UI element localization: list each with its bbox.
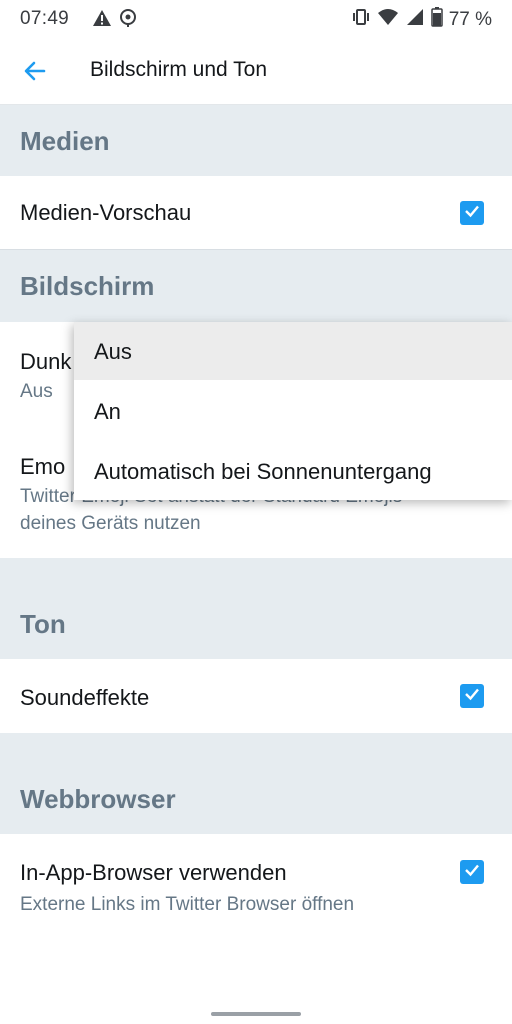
section-header-bildschirm: Bildschirm	[0, 249, 512, 322]
check-icon	[463, 202, 481, 225]
section-header-medien: Medien	[0, 105, 512, 176]
setting-description-line2: deines Geräts nutzen	[20, 513, 201, 534]
menu-item-label: Aus	[94, 339, 132, 364]
arrow-left-icon	[20, 61, 50, 90]
menu-item-an[interactable]: An	[74, 382, 512, 440]
setting-sound-effects[interactable]: Soundeffekte	[0, 659, 512, 733]
signal-icon	[405, 7, 425, 32]
warning-icon	[92, 8, 112, 33]
page-title: Bildschirm und Ton	[90, 58, 268, 81]
section-title: Ton	[20, 609, 66, 639]
menu-item-aus[interactable]: Aus	[74, 322, 512, 380]
app-bar: Bildschirm und Ton	[0, 36, 512, 105]
setting-in-app-browser[interactable]: In-App-Browser verwenden Externe Links i…	[0, 834, 512, 934]
section-title: Medien	[20, 126, 110, 156]
media-preview-checkbox[interactable]	[460, 201, 484, 225]
menu-item-label: An	[94, 399, 121, 424]
setting-label: Medien-Vorschau	[20, 200, 192, 225]
section-header-webbrowser: Webbrowser	[0, 733, 512, 834]
section-title: Bildschirm	[20, 271, 155, 301]
check-icon	[463, 861, 481, 884]
gesture-nav-handle[interactable]	[211, 1012, 301, 1016]
setting-label: Dunk	[20, 349, 72, 374]
status-time: 07:49	[20, 8, 70, 29]
setting-label: In-App-Browser verwenden	[20, 860, 287, 885]
menu-item-automatisch[interactable]: Automatisch bei Sonnenuntergang	[74, 442, 512, 500]
setting-value: Aus	[20, 381, 53, 402]
back-button[interactable]	[20, 56, 50, 86]
dark-mode-dropdown-menu: Aus An Automatisch bei Sonnenuntergang	[74, 322, 512, 500]
setting-label: Soundeffekte	[20, 685, 150, 710]
setting-media-preview[interactable]: Medien-Vorschau	[0, 176, 512, 249]
in-app-browser-checkbox[interactable]	[460, 860, 484, 884]
sound-effects-checkbox[interactable]	[460, 684, 484, 708]
battery-icon	[430, 7, 443, 32]
wifi-icon	[377, 7, 399, 32]
setting-label: Emo	[20, 454, 66, 479]
setting-description: Externe Links im Twitter Browser öffnen	[20, 894, 355, 915]
section-header-ton: Ton	[0, 558, 512, 659]
status-bar: 07:49 77 %	[0, 0, 512, 36]
section-title: Webbrowser	[20, 784, 176, 814]
menu-item-label: Automatisch bei Sonnenuntergang	[94, 459, 432, 484]
vibrate-icon	[351, 7, 371, 32]
location-icon	[118, 8, 138, 33]
battery-percent: 77 %	[448, 8, 492, 30]
check-icon	[463, 685, 481, 708]
